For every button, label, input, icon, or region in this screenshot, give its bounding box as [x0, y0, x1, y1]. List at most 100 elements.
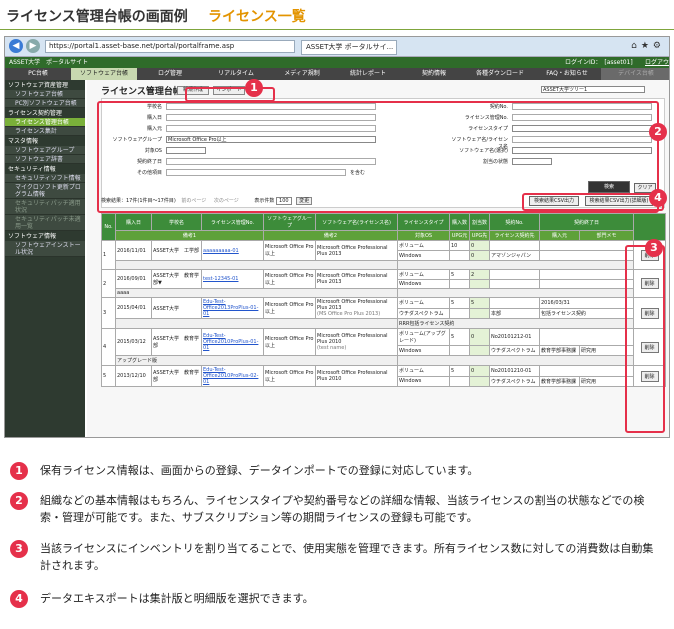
caption-badge-4: 4 [10, 590, 28, 608]
window-controls-icon[interactable]: ⌂★⚙ [631, 41, 665, 51]
menu-pc[interactable]: PC台帳 [5, 68, 71, 80]
cell-note2 [396, 288, 635, 298]
th-id[interactable]: ライセンス管理No. [201, 213, 264, 231]
cell-asg: 2 [469, 269, 490, 280]
menu-log[interactable]: ログ管理 [137, 68, 203, 80]
th-os: 対象OS [397, 230, 450, 241]
cell-end [538, 240, 635, 251]
cell-sw: Microsoft Office Professional Plus 2013 [317, 299, 388, 311]
cell-sw: Microsoft Office Professional Plus 2010 [315, 365, 398, 387]
th-group[interactable]: ソフトウェアグループ [263, 213, 316, 231]
cell-id-link[interactable]: test-12345-01 [201, 269, 264, 289]
cell-party: ウチダスペクトラム [489, 345, 540, 356]
tree-select[interactable]: ASSET大学ツリー1 [541, 86, 645, 93]
th-sw[interactable]: ソフトウェア名(ライセンス名) [315, 213, 398, 231]
sidebar-item[interactable]: ソフトウェアインストール状況 [5, 241, 85, 257]
menu-report[interactable]: 統計レポート [335, 68, 401, 80]
cell-no: 4 [101, 328, 116, 366]
menu-faq[interactable]: FAQ・お知らせ [533, 68, 601, 80]
cell-asg: 5 [469, 297, 490, 309]
sidebar-item[interactable]: ソフトウェアグループ [5, 146, 85, 155]
brand: ASSET大学 ポータルサイト [9, 59, 89, 66]
sidebar-item[interactable]: マイクロソフト更新プログラム情報 [5, 183, 85, 199]
sidebar-heading: ライセンス契約管理 [8, 110, 62, 117]
cell-sw: Microsoft Office Professional Plus 2010 [317, 333, 388, 345]
callout-badge-1: 1 [245, 79, 263, 97]
sidebar-item[interactable]: PC別ソフトウェア台帳 [5, 99, 85, 108]
cell-group: Microsoft Office Pro以上 [263, 240, 316, 261]
table-row: RRR包括ライセンス契約 [102, 318, 666, 329]
cell-os: Windows [397, 250, 450, 261]
cell-upg-to [469, 279, 490, 289]
th-no[interactable]: No. [101, 213, 116, 241]
th-contract[interactable]: 契約No. [489, 213, 540, 231]
th-action [633, 213, 667, 241]
sidebar-heading: ソフトウェア資産管理 [8, 82, 69, 89]
sidebar-heading: セキュリティ情報 [8, 166, 56, 173]
browser-tab[interactable]: ASSET大学 ポータルサイ... [301, 40, 397, 55]
cell-os: Windows [397, 375, 450, 387]
caption-badge-3: 3 [10, 540, 28, 558]
cell-os: Windows [397, 345, 450, 356]
table-row: 4 2015/03/12 ASSET大学 教育学部 Edu-Test-Offic… [101, 328, 667, 366]
menu-software[interactable]: ソフトウェア台帳 [71, 68, 137, 80]
th-date[interactable]: 購入日 [115, 213, 152, 231]
th-upg-from: UPG元 [449, 230, 470, 241]
cell-id-link[interactable]: Edu-Test-Office2010ProPlus-01-01 [201, 328, 264, 356]
cell-os: Windows [397, 279, 450, 289]
cell-end [538, 328, 635, 346]
th-end[interactable]: 契約終了日 [538, 213, 635, 231]
forward-icon[interactable]: ▶ [26, 39, 40, 53]
th-qty[interactable]: 購入数 [449, 213, 470, 231]
cell-note1: aaaa [115, 288, 398, 298]
th-type[interactable]: ライセンスタイプ [397, 213, 450, 231]
cell-end [538, 365, 635, 377]
cell-date: 2015/03/12 [115, 328, 152, 356]
th-asg[interactable]: 割当数 [469, 213, 490, 231]
th-vendor: 購入元 [539, 230, 580, 241]
th-upg-to: UPG先 [469, 230, 490, 241]
cell-note2 [396, 355, 635, 366]
table-row: 2 2016/09/01 ASSET大学 教育学部▼ test-12345-01… [101, 269, 667, 298]
cell-group: Microsoft Office Pro以上 [263, 297, 316, 319]
cell-type: ボリューム [397, 240, 450, 251]
th-note1: 備考1 [115, 230, 264, 241]
sidebar-item[interactable]: セキュリティパッチ未適用一覧 [5, 215, 85, 231]
callout-box-3 [625, 245, 665, 433]
cell-no: 1 [101, 240, 116, 270]
sidebar-item[interactable]: ソフトウェア台帳 [5, 90, 85, 99]
cell-qty: 10 [449, 240, 470, 251]
sidebar-item[interactable]: ソフトウェア辞書 [5, 155, 85, 164]
menu-device[interactable]: デバイス台帳 [601, 68, 669, 80]
cell-group: Microsoft Office Pro以上 [263, 365, 316, 387]
cell-contract [489, 240, 540, 251]
cell-sw: Microsoft Office Professional Plus 2013 [315, 240, 398, 261]
cell-id-link[interactable]: aaaaaaaaa-01 [201, 240, 264, 261]
sidebar-item[interactable]: ライセンス集計 [5, 127, 85, 136]
table-row: 3 2015/04/01 ASSET大学 Edu-Test-Office2013… [101, 297, 667, 329]
back-icon[interactable]: ◀ [9, 39, 23, 53]
sidebar-item[interactable]: セキュリティソフト情報 [5, 174, 85, 183]
cell-party: 本部 [489, 307, 540, 319]
menu-realtime[interactable]: リアルタイム [203, 68, 269, 80]
sidebar-item-license[interactable]: ライセンス管理台帳 [5, 118, 85, 127]
cell-upg-to [469, 307, 490, 319]
menu-download[interactable]: 各種ダウンロード [467, 68, 533, 80]
cell-no: 3 [101, 297, 116, 329]
cell-id-link[interactable]: Edu-Test-Office2013ProPlus-01-01 [201, 297, 264, 319]
cell-date: 2016/09/01 [115, 269, 152, 289]
cell-sw-alias: (test name) [317, 345, 347, 351]
sidebar-item[interactable]: セキュリティパッチ適用状況 [5, 199, 85, 215]
cell-note1 [115, 260, 398, 270]
cell-asg: 0 [469, 328, 490, 346]
th-school[interactable]: 学校名 [151, 213, 202, 231]
cell-asg: 0 [469, 365, 490, 377]
th-memo: 部門メモ [578, 230, 635, 241]
menu-media[interactable]: メディア規制 [269, 68, 335, 80]
caption-4: データエキスポートは集計版と明細版を選択できます。 [40, 592, 314, 605]
menu-contract[interactable]: 契約情報 [401, 68, 467, 80]
callout-badge-3: 3 [645, 239, 663, 257]
cell-id-link[interactable]: Edu-Test-Office2010ProPlus-02-01 [201, 365, 264, 387]
address-bar[interactable]: https://portal1.asset-base.net/portal/po… [45, 40, 295, 53]
cell-vendor [538, 250, 635, 261]
